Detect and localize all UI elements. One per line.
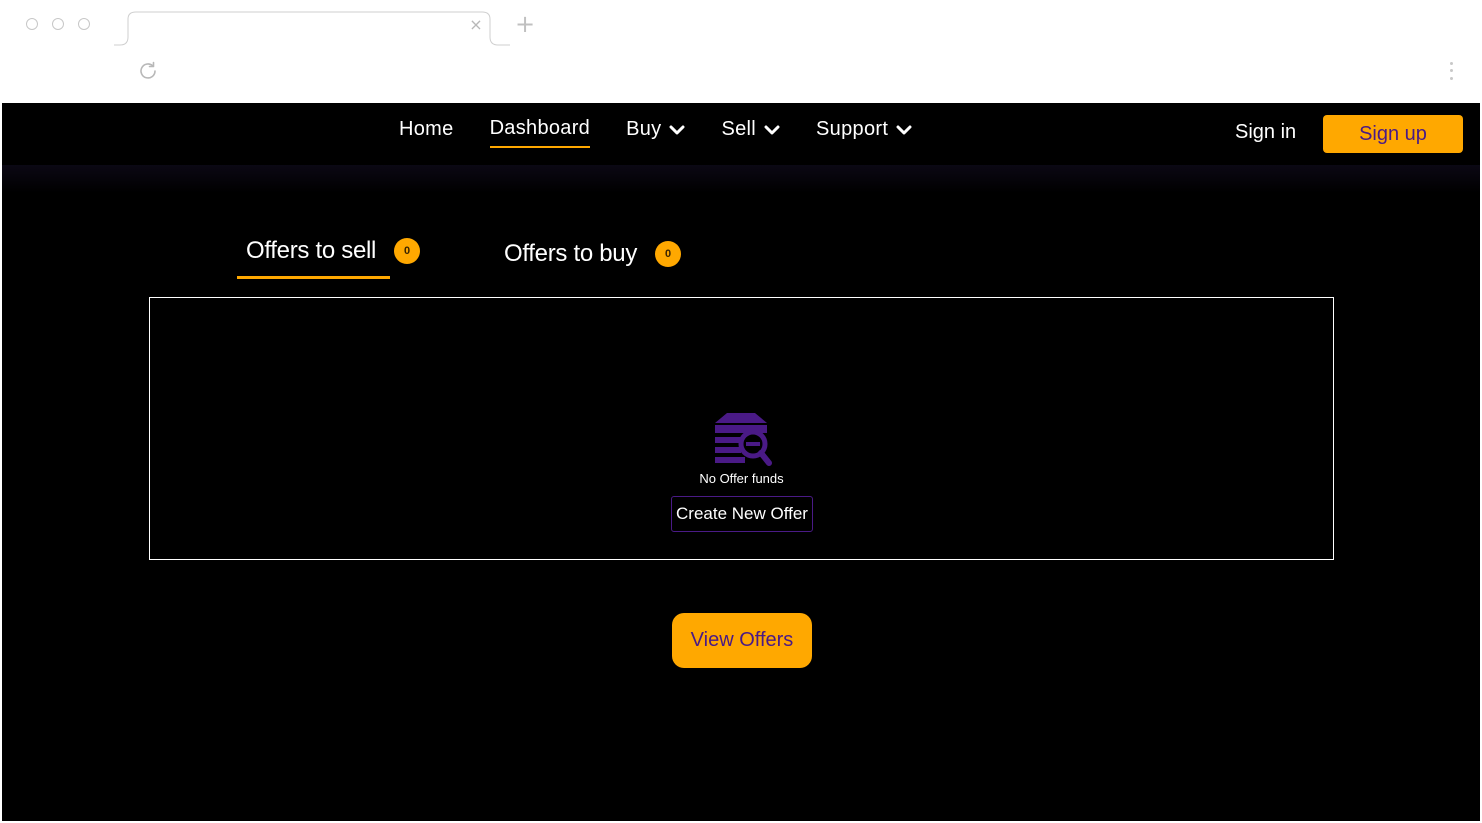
tab-offers-to-buy[interactable]: Offers to buy 0 — [504, 240, 682, 268]
nav-link-home[interactable]: Home — [399, 118, 454, 147]
empty-state-message: No Offer funds — [699, 471, 784, 486]
nav-link-label: Sell — [721, 118, 757, 140]
close-tab-icon[interactable]: × — [468, 17, 484, 33]
active-tab-indicator — [237, 276, 390, 279]
nav-links: Home Dashboard Buy Sell Support — [399, 117, 948, 148]
new-tab-icon[interactable]: + — [514, 12, 536, 36]
nav-dropdown-buy[interactable]: Buy — [626, 118, 685, 147]
nav-link-label: Dashboard — [489, 117, 591, 139]
page: Home Dashboard Buy Sell Support Sign in … — [2, 103, 1480, 821]
tab-label: Offers to sell — [246, 237, 377, 264]
nav-link-label: Buy — [626, 118, 662, 140]
view-offers-button[interactable]: View Offers — [672, 613, 812, 668]
nav-link-dashboard[interactable]: Dashboard — [489, 117, 591, 148]
nav-link-label: Home — [399, 118, 454, 140]
browser-menu-icon[interactable] — [1444, 60, 1458, 82]
sign-in-link[interactable]: Sign in — [1235, 121, 1296, 144]
navbar-shadow — [2, 165, 1480, 193]
offers-panel: No Offer funds Create New Offer — [149, 297, 1334, 560]
create-new-offer-button[interactable]: Create New Offer — [671, 496, 813, 532]
browser-chrome: × + — [0, 0, 1482, 103]
chevron-down-icon — [896, 125, 912, 134]
maximize-window-button[interactable] — [78, 18, 90, 30]
tab-offers-to-sell[interactable]: Offers to sell 0 — [246, 237, 421, 265]
browser-tab[interactable]: × — [114, 11, 510, 47]
tab-label: Offers to buy — [504, 240, 638, 267]
reload-icon[interactable] — [136, 59, 160, 83]
sign-up-button[interactable]: Sign up — [1323, 115, 1463, 153]
count-badge: 0 — [394, 238, 421, 264]
nav-link-label: Support — [816, 118, 889, 140]
window-controls — [26, 18, 90, 30]
nav-dropdown-support[interactable]: Support — [816, 118, 912, 147]
chevron-down-icon — [764, 125, 780, 134]
minimize-window-button[interactable] — [52, 18, 64, 30]
chevron-down-icon — [669, 125, 685, 134]
count-badge: 0 — [655, 241, 682, 267]
nav-dropdown-sell[interactable]: Sell — [721, 118, 780, 147]
close-window-button[interactable] — [26, 18, 38, 30]
top-navbar: Home Dashboard Buy Sell Support Sign in … — [2, 103, 1480, 165]
no-offer-icon — [715, 413, 772, 466]
